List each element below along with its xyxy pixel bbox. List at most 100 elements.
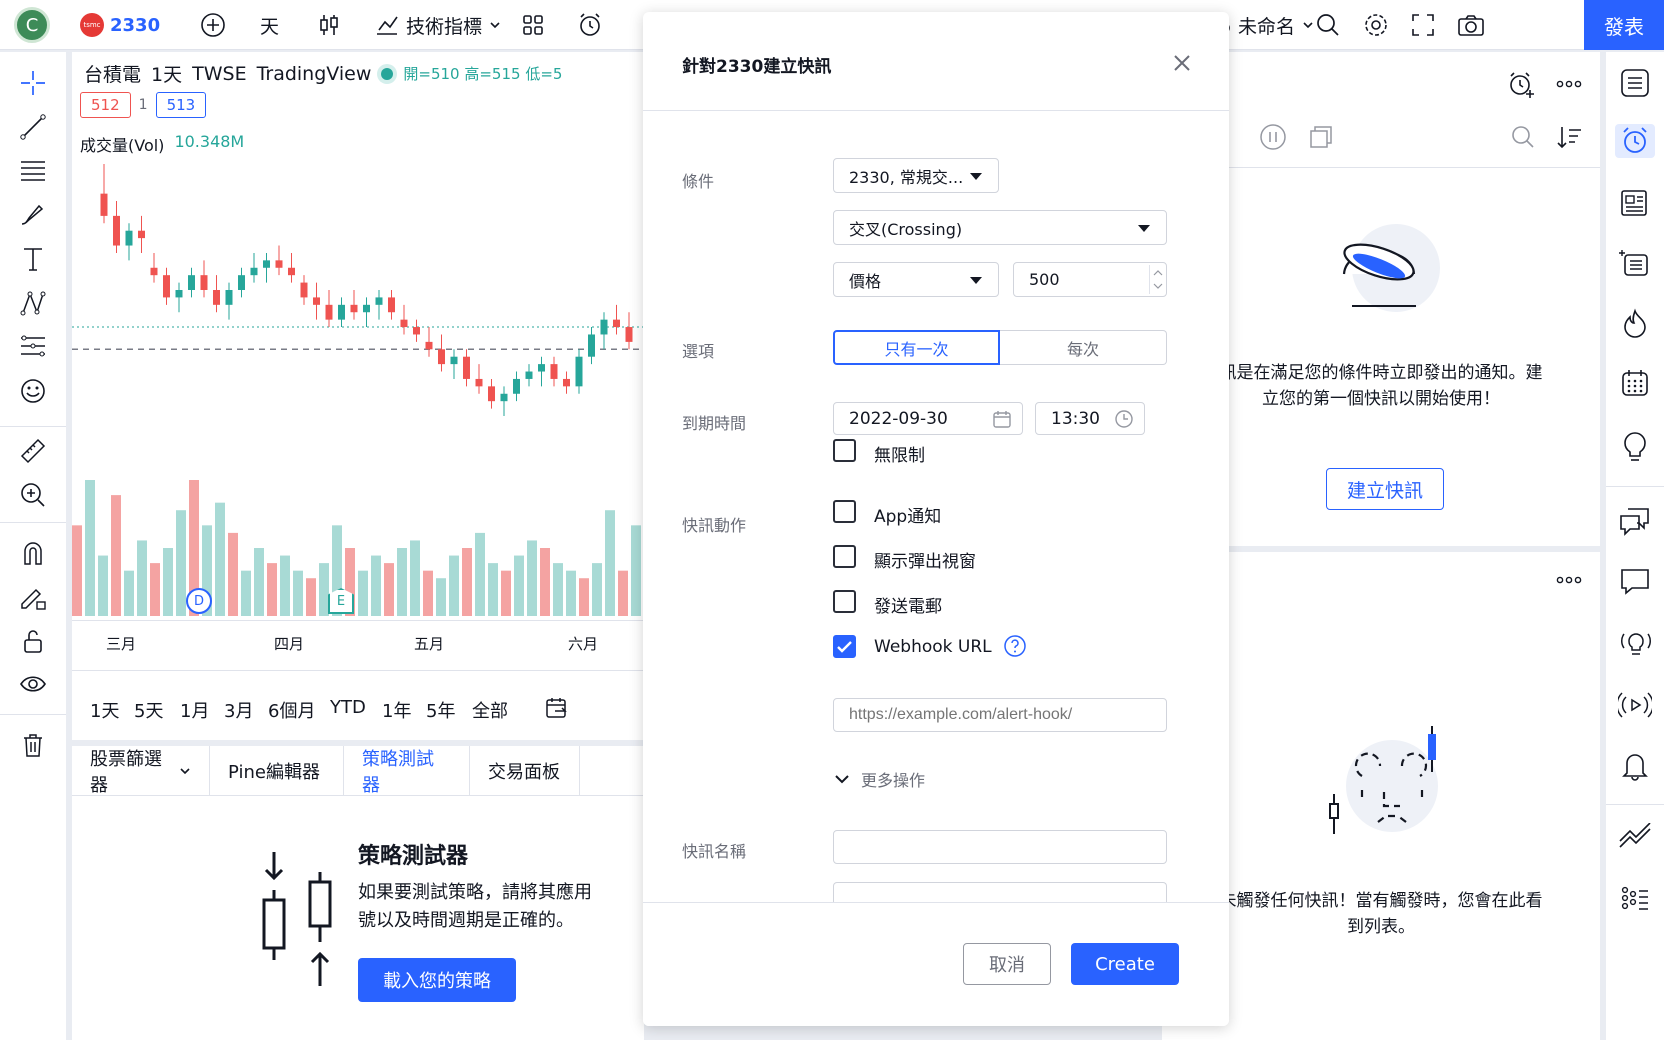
condition-source-select[interactable]: 價格 xyxy=(833,262,999,297)
webhook-help-button[interactable] xyxy=(1003,634,1027,658)
sidebar-item-news[interactable] xyxy=(1618,186,1652,220)
sidebar-item-calendar-list[interactable] xyxy=(1618,246,1652,280)
range-button[interactable]: 5天 xyxy=(134,697,163,723)
goto-date-button[interactable] xyxy=(544,695,570,721)
create-alert-button[interactable]: 建立快訊 xyxy=(1326,468,1444,510)
indicators-button[interactable]: 技術指標 xyxy=(374,0,502,50)
chart-pane[interactable]: 台積電 1天 TWSE TradingView 開=510 高=515 低=5 … xyxy=(72,52,644,740)
fib-tool[interactable] xyxy=(16,154,50,188)
email-checkbox[interactable] xyxy=(833,590,856,613)
condition-type-select[interactable]: 交叉(Crossing) xyxy=(833,210,1167,245)
brush-tool[interactable] xyxy=(16,198,50,232)
alerts-menu-button[interactable] xyxy=(1554,74,1584,94)
text-tool[interactable] xyxy=(16,242,50,276)
number-stepper[interactable] xyxy=(1149,265,1165,294)
range-button[interactable]: 3月 xyxy=(224,697,253,723)
range-button[interactable]: 1月 xyxy=(180,697,209,723)
search-alerts-button[interactable] xyxy=(1508,122,1538,152)
crosshair-tool[interactable] xyxy=(16,66,50,100)
sidebar-item-trading[interactable] xyxy=(1618,822,1652,856)
range-button[interactable]: 全部 xyxy=(472,697,508,723)
remove-drawings-tool[interactable] xyxy=(16,728,50,762)
candle-body xyxy=(275,260,283,268)
lock-open-icon xyxy=(24,630,42,653)
condition-value-input[interactable]: 500 xyxy=(1013,262,1167,297)
tab-pine-editor[interactable]: Pine編輯器 xyxy=(210,746,344,796)
sort-alerts-button[interactable] xyxy=(1554,122,1584,152)
zoom-tool[interactable] xyxy=(16,478,50,512)
stay-drawing-tool[interactable] xyxy=(16,580,50,614)
condition-symbol-select[interactable]: 2330, 常規交... xyxy=(833,158,999,193)
volume-bar xyxy=(566,570,576,616)
symbol-search-button[interactable]: tsmc 2330 xyxy=(80,0,160,50)
pause-alerts-button[interactable] xyxy=(1258,122,1288,152)
volume-bar xyxy=(488,563,498,616)
pattern-tool[interactable] xyxy=(16,286,50,320)
publish-button[interactable]: 發表 xyxy=(1584,0,1664,50)
alert-add-button[interactable] xyxy=(576,0,604,50)
create-button[interactable]: Create xyxy=(1071,943,1179,985)
magnet-tool[interactable] xyxy=(16,536,50,570)
search-button[interactable] xyxy=(1314,0,1342,50)
app-notification-checkbox[interactable] xyxy=(833,500,856,523)
range-button[interactable]: YTD xyxy=(330,697,366,718)
alert-name-input[interactable] xyxy=(833,830,1167,864)
tab-trading-panel[interactable]: 交易面板 xyxy=(470,746,580,796)
unlimited-checkbox[interactable] xyxy=(833,439,856,462)
settings-button[interactable] xyxy=(1362,0,1390,50)
measure-tool[interactable] xyxy=(16,434,50,468)
volume-bar xyxy=(85,480,95,616)
webhook-checkbox[interactable] xyxy=(833,635,856,658)
trigger-every-option[interactable]: 每次 xyxy=(1000,330,1167,365)
add-alert-button[interactable] xyxy=(1506,70,1536,100)
trigger-once-option[interactable]: 只有一次 xyxy=(833,330,1000,365)
close-icon xyxy=(1174,55,1190,71)
sidebar-item-calendar[interactable] xyxy=(1618,366,1652,400)
popup-checkbox[interactable] xyxy=(833,545,856,568)
hide-drawings-tool[interactable] xyxy=(16,668,50,702)
chart-type-button[interactable] xyxy=(316,0,342,50)
range-button[interactable]: 5年 xyxy=(426,697,455,723)
tab-strategy-tester[interactable]: 策略測試器 xyxy=(344,746,470,796)
sidebar-item-watchlist[interactable] xyxy=(1618,66,1652,100)
time-axis-label: 三月 xyxy=(106,635,137,653)
compare-add-button[interactable] xyxy=(198,0,228,50)
chat-bubbles-icon xyxy=(1620,508,1649,536)
templates-button[interactable] xyxy=(520,0,546,50)
range-button[interactable]: 6個月 xyxy=(268,697,315,723)
cancel-button[interactable]: 取消 xyxy=(963,943,1051,985)
sidebar-item-dom[interactable] xyxy=(1618,882,1652,916)
expiry-date-input[interactable]: 2022-09-30 xyxy=(833,402,1023,435)
expiry-time-input[interactable]: 13:30 xyxy=(1035,402,1145,435)
sidebar-item-live[interactable] xyxy=(1618,688,1652,722)
icon-tool[interactable] xyxy=(16,374,50,408)
sidebar-item-messages[interactable] xyxy=(1618,564,1652,598)
more-actions-toggle[interactable]: 更多操作 xyxy=(833,767,925,791)
sidebar-item-chats[interactable] xyxy=(1618,504,1652,538)
webhook-url-input[interactable] xyxy=(833,698,1167,732)
candle-body xyxy=(425,341,433,350)
dividend-event-marker[interactable]: D xyxy=(186,588,212,614)
sidebar-item-notifications[interactable] xyxy=(1618,748,1652,782)
time-axis[interactable]: 三月 四月 五月 六月 xyxy=(72,620,644,670)
sidebar-item-ideas[interactable] xyxy=(1618,430,1652,464)
question-circle-icon xyxy=(1004,635,1026,657)
sidebar-item-alerts[interactable] xyxy=(1615,124,1655,158)
interval-button[interactable]: 天 xyxy=(260,0,279,50)
caret-down-icon xyxy=(970,276,982,284)
tab-stock-screener[interactable]: 股票篩選器 xyxy=(72,746,210,796)
range-button[interactable]: 1年 xyxy=(382,697,411,723)
fullscreen-button[interactable] xyxy=(1410,0,1436,50)
trend-line-tool[interactable] xyxy=(16,110,50,144)
avatar[interactable]: C xyxy=(14,0,50,50)
lock-drawings-tool[interactable] xyxy=(16,624,50,658)
sidebar-item-streams[interactable] xyxy=(1618,626,1652,660)
clone-alert-button[interactable] xyxy=(1306,122,1336,152)
load-strategy-button[interactable]: 載入您的策略 xyxy=(358,958,516,1002)
snapshot-button[interactable] xyxy=(1456,0,1486,50)
sidebar-item-hotlists[interactable] xyxy=(1618,306,1652,340)
close-dialog-button[interactable] xyxy=(1171,52,1193,74)
log-menu-button[interactable] xyxy=(1554,570,1584,590)
prediction-tool[interactable] xyxy=(16,330,50,364)
range-button[interactable]: 1天 xyxy=(90,697,119,723)
